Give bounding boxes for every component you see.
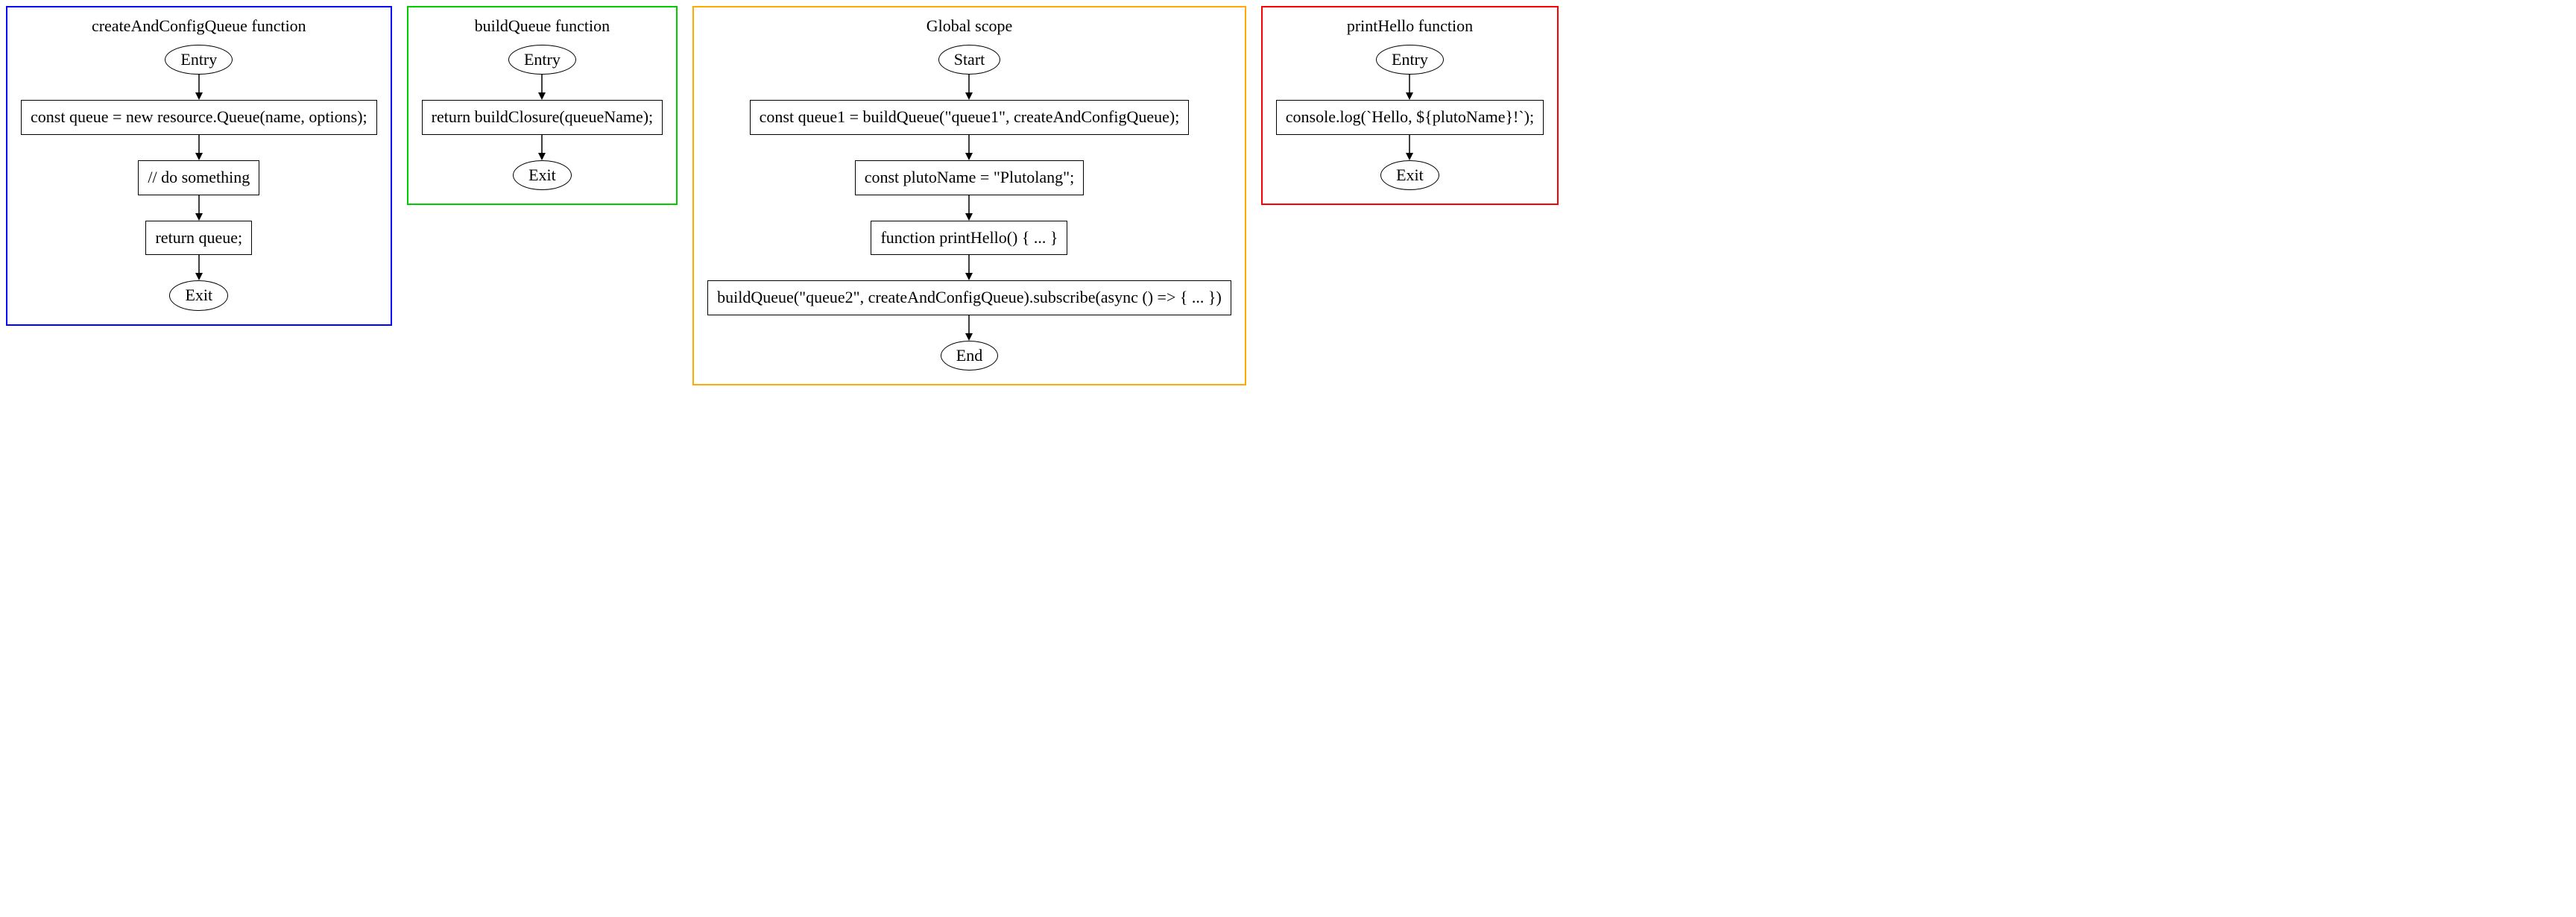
arrow-down-icon xyxy=(964,195,974,221)
node-statement: console.log(`Hello, ${plutoName}!`); xyxy=(1276,100,1544,135)
scope-title: buildQueue function xyxy=(475,16,610,36)
node-statement: const queue = new resource.Queue(name, o… xyxy=(21,100,377,135)
arrow-down-icon xyxy=(194,255,204,280)
arrow-down-icon xyxy=(537,135,547,160)
arrow-down-icon xyxy=(1404,75,1415,100)
node-statement: const plutoName = "Plutolang"; xyxy=(855,160,1085,195)
arrow-down-icon xyxy=(964,315,974,341)
node-statement: const queue1 = buildQueue("queue1", crea… xyxy=(750,100,1190,135)
arrow-down-icon xyxy=(964,75,974,100)
node-start: Start xyxy=(938,45,1001,75)
arrow-down-icon xyxy=(194,135,204,160)
node-entry: Entry xyxy=(508,45,576,75)
scope-title: createAndConfigQueue function xyxy=(92,16,306,36)
arrow-down-icon xyxy=(194,195,204,221)
scope-title: printHello function xyxy=(1347,16,1473,36)
node-statement: // do something xyxy=(138,160,259,195)
scope-printHello: printHello function Entry console.log(`H… xyxy=(1261,6,1559,205)
node-statement: function printHello() { ... } xyxy=(871,221,1067,256)
arrow-down-icon xyxy=(964,135,974,160)
node-end: End xyxy=(941,341,998,371)
scope-title: Global scope xyxy=(926,16,1012,36)
arrow-down-icon xyxy=(964,255,974,280)
node-statement: return buildClosure(queueName); xyxy=(422,100,663,135)
scope-global: Global scope Start const queue1 = buildQ… xyxy=(692,6,1246,385)
arrow-down-icon xyxy=(537,75,547,100)
node-exit: Exit xyxy=(1380,160,1439,190)
scope-createAndConfigQueue: createAndConfigQueue function Entry cons… xyxy=(6,6,392,326)
arrow-down-icon xyxy=(194,75,204,100)
node-statement: return queue; xyxy=(145,221,252,256)
arrow-down-icon xyxy=(1404,135,1415,160)
node-entry: Entry xyxy=(1376,45,1444,75)
scope-buildQueue: buildQueue function Entry return buildCl… xyxy=(407,6,678,205)
node-statement: buildQueue("queue2", createAndConfigQueu… xyxy=(707,280,1231,315)
node-exit: Exit xyxy=(513,160,572,190)
node-exit: Exit xyxy=(169,280,228,310)
node-entry: Entry xyxy=(165,45,233,75)
